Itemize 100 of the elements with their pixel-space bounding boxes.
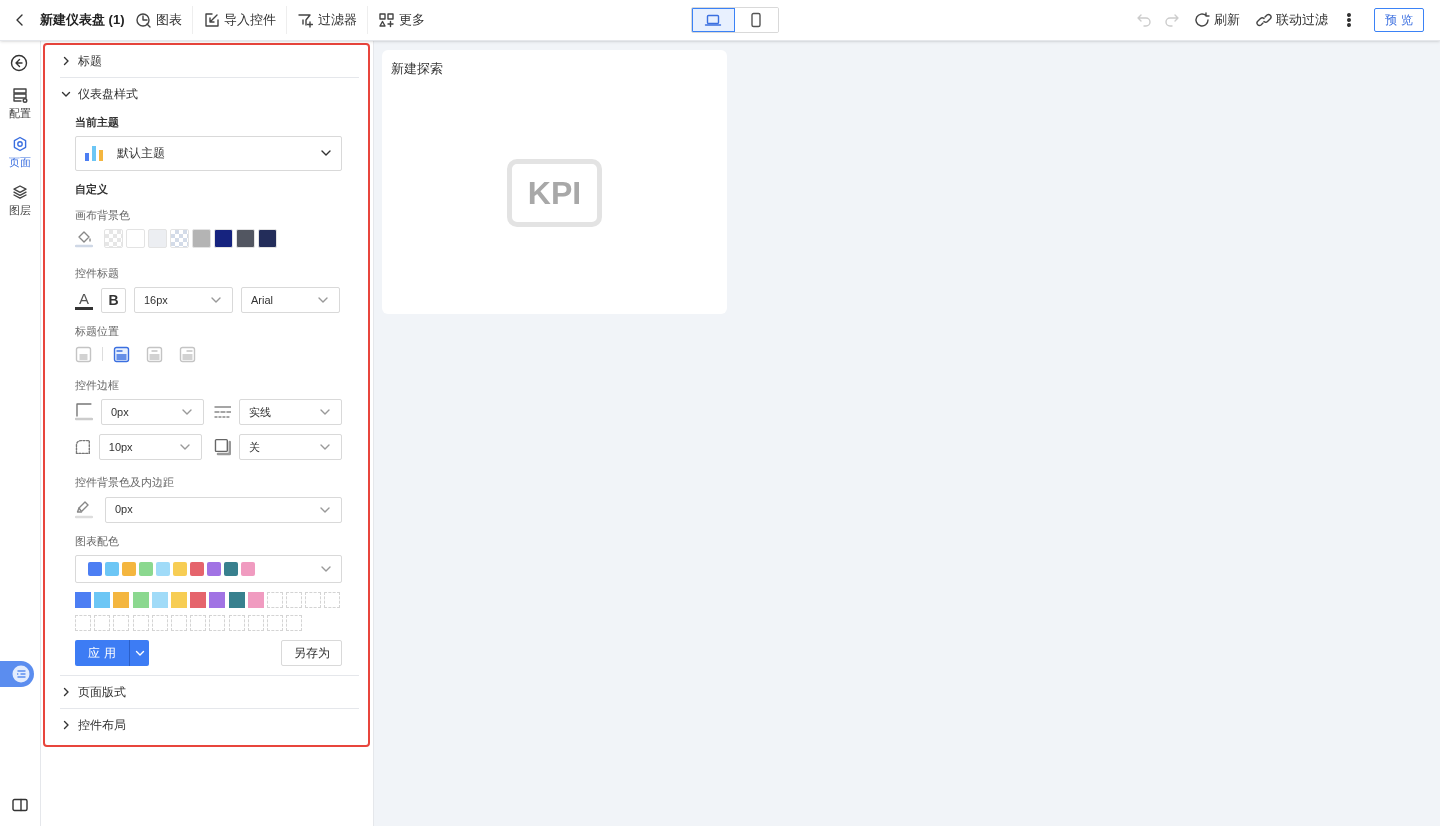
more-vertical-icon bbox=[1347, 13, 1351, 27]
palette-slot[interactable] bbox=[209, 592, 226, 608]
empty-palette-slot[interactable] bbox=[170, 615, 187, 631]
bold-button[interactable]: B bbox=[101, 287, 126, 313]
bar-chart-icon bbox=[84, 144, 104, 162]
widget-title: 新建探索 bbox=[391, 60, 444, 78]
empty-palette-slot[interactable] bbox=[151, 615, 168, 631]
view-toggle[interactable] bbox=[690, 7, 779, 33]
theme-dropdown[interactable]: 默认主题 bbox=[75, 135, 342, 171]
section-label: 自定义 bbox=[75, 181, 109, 197]
font-family-dropdown[interactable]: Arial bbox=[241, 287, 340, 313]
text-align-icon bbox=[179, 345, 196, 363]
color-swatch[interactable] bbox=[148, 229, 167, 248]
palette-slot[interactable] bbox=[247, 592, 264, 608]
empty-palette-slot[interactable] bbox=[75, 615, 91, 631]
import-icon bbox=[202, 12, 219, 28]
list-icon bbox=[12, 665, 30, 683]
refresh-icon bbox=[1194, 12, 1210, 28]
color-swatch[interactable] bbox=[214, 229, 233, 248]
save-as-button[interactable]: 另存为 bbox=[281, 640, 342, 666]
empty-palette-slot[interactable] bbox=[113, 615, 130, 631]
field-label: 标题位置 bbox=[75, 324, 120, 339]
empty-palette-slot[interactable] bbox=[228, 615, 245, 631]
border-width-dropdown[interactable]: 0px bbox=[100, 399, 204, 425]
toolbar-button[interactable]: 过滤器 bbox=[285, 6, 367, 34]
empty-palette-slot[interactable] bbox=[94, 615, 111, 631]
preview-button[interactable]: 预 览 bbox=[1374, 8, 1424, 32]
layers-icon bbox=[12, 184, 28, 200]
color-swatch[interactable] bbox=[192, 229, 211, 248]
empty-palette-slot[interactable] bbox=[286, 592, 303, 608]
color-swatch[interactable] bbox=[258, 229, 277, 248]
empty-palette-slot[interactable] bbox=[305, 592, 322, 608]
empty-palette-slot[interactable] bbox=[247, 615, 264, 631]
palette-dropdown[interactable] bbox=[75, 555, 342, 583]
toolbar-button[interactable]: 图表 bbox=[124, 6, 192, 34]
phone-icon bbox=[749, 12, 763, 28]
rail-tab[interactable]: 页面 bbox=[9, 135, 31, 170]
empty-palette-slot[interactable] bbox=[132, 615, 149, 631]
toolbar-button[interactable]: 刷新 bbox=[1188, 6, 1246, 34]
palette-slot[interactable] bbox=[94, 592, 111, 608]
rail-tab[interactable]: 图层 bbox=[9, 184, 31, 219]
empty-palette-slot[interactable] bbox=[190, 615, 207, 631]
dashboard-title: 新建仪表盘 (1) bbox=[40, 11, 125, 30]
empty-palette-slot[interactable] bbox=[266, 592, 283, 608]
shapes-plus-icon bbox=[377, 12, 394, 28]
empty-palette-slot[interactable] bbox=[266, 615, 283, 631]
back-circle-icon bbox=[10, 54, 28, 72]
line-style-icon bbox=[213, 405, 232, 419]
link-icon bbox=[1256, 12, 1272, 28]
server-gear-icon bbox=[12, 87, 28, 103]
color-swatch[interactable] bbox=[104, 229, 123, 248]
redo-icon bbox=[1164, 12, 1180, 28]
desktop-view-button[interactable] bbox=[691, 8, 735, 32]
palette-slot[interactable] bbox=[190, 592, 207, 608]
chart-search-icon bbox=[134, 12, 151, 28]
laptop-icon bbox=[704, 13, 722, 27]
sidebar-icon bbox=[12, 798, 28, 812]
text-align-icon bbox=[75, 345, 92, 363]
text-align-icon bbox=[146, 345, 163, 363]
field-label: 控件边框 bbox=[75, 377, 120, 393]
color-swatch[interactable] bbox=[236, 229, 255, 248]
font-color-button[interactable]: A bbox=[75, 290, 93, 310]
field-label: 控件标题 bbox=[75, 265, 120, 281]
section-header[interactable]: 页面版式 bbox=[60, 676, 359, 708]
apply-options-button[interactable] bbox=[129, 640, 149, 666]
empty-palette-slot[interactable] bbox=[286, 615, 303, 631]
toolbar-button[interactable]: 更多 bbox=[366, 6, 435, 34]
filter-plus-icon bbox=[296, 12, 313, 28]
padding-dropdown[interactable]: 0px bbox=[105, 496, 342, 523]
border-style-dropdown[interactable]: 实线 bbox=[239, 399, 342, 425]
empty-palette-slot[interactable] bbox=[209, 615, 226, 631]
palette-slot[interactable] bbox=[228, 592, 245, 608]
outline-toggle-button[interactable] bbox=[0, 661, 34, 687]
kpi-placeholder-text: KPI bbox=[527, 173, 582, 213]
settings-icon bbox=[12, 135, 28, 152]
field-label: 图表配色 bbox=[75, 533, 120, 549]
highlighter-icon bbox=[75, 499, 93, 520]
back-button[interactable] bbox=[10, 53, 30, 73]
section-header[interactable]: 仪表盘样式 bbox=[60, 78, 359, 110]
font-size-dropdown[interactable]: 16px bbox=[134, 287, 233, 313]
toolbar-button[interactable]: 联动过滤 bbox=[1250, 6, 1334, 34]
field-label: 画布背景色 bbox=[75, 208, 131, 223]
corner-radius-icon bbox=[75, 439, 91, 455]
title-position-option[interactable] bbox=[113, 345, 130, 363]
section-header[interactable]: 标题 bbox=[60, 45, 359, 77]
toolbar-button[interactable]: 导入控件 bbox=[191, 6, 286, 34]
panel-toggle-button[interactable] bbox=[12, 798, 28, 812]
color-swatch[interactable] bbox=[170, 229, 189, 248]
field-label: 控件背景色及内边距 bbox=[75, 475, 175, 490]
text-align-icon bbox=[113, 345, 130, 363]
shadow-dropdown[interactable]: 关 bbox=[239, 434, 342, 460]
undo-icon bbox=[1136, 12, 1152, 28]
shadow-icon bbox=[213, 438, 232, 456]
section-header[interactable]: 控件布局 bbox=[60, 709, 359, 741]
color-swatch[interactable] bbox=[126, 229, 145, 248]
apply-button[interactable]: 应 用 bbox=[75, 640, 129, 666]
section-label: 当前主题 bbox=[75, 115, 120, 130]
corner-radius-dropdown[interactable]: 10px bbox=[98, 434, 202, 460]
rail-tab[interactable]: 配置 bbox=[9, 87, 31, 122]
empty-palette-slot[interactable] bbox=[324, 592, 341, 608]
